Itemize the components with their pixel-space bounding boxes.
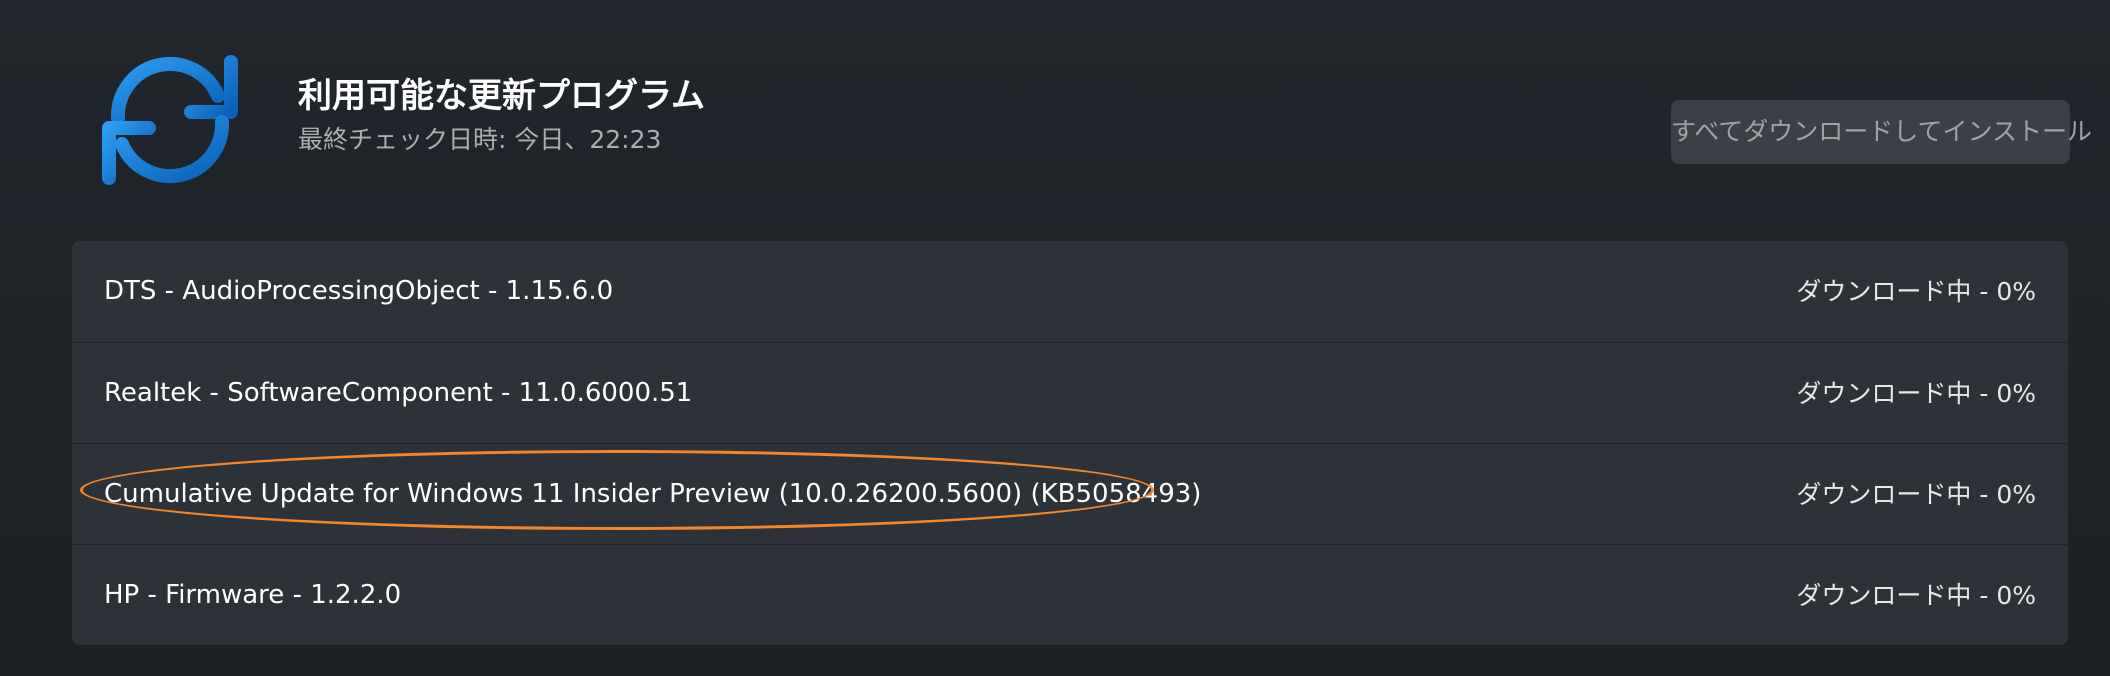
last-checked-text: 最終チェック日時: 今日、22:23 (298, 125, 662, 154)
update-row[interactable]: DTS - AudioProcessingObject - 1.15.6.0 ダ… (72, 241, 2068, 342)
update-row[interactable]: Realtek - SoftwareComponent - 11.0.6000.… (72, 342, 2068, 443)
update-row[interactable]: HP - Firmware - 1.2.2.0 ダウンロード中 - 0% (72, 544, 2068, 645)
update-status: ダウンロード中 - 0% (1796, 379, 2036, 408)
update-row[interactable]: Cumulative Update for Windows 11 Insider… (72, 443, 2068, 544)
update-status: ダウンロード中 - 0% (1796, 277, 2036, 306)
header-text: 利用可能な更新プログラム 最終チェック日時: 今日、22:23 (298, 72, 705, 158)
update-status: ダウンロード中 - 0% (1796, 480, 2036, 509)
page-title: 利用可能な更新プログラム (298, 76, 705, 116)
update-name: DTS - AudioProcessingObject - 1.15.6.0 (104, 276, 614, 306)
download-install-all-button[interactable]: すべてダウンロードしてインストール (1671, 100, 2092, 164)
updates-list: DTS - AudioProcessingObject - 1.15.6.0 ダ… (72, 241, 2068, 645)
windows-update-page: 利用可能な更新プログラム 最終チェック日時: 今日、22:23 すべてダウンロー… (0, 0, 2110, 676)
update-name: Cumulative Update for Windows 11 Insider… (104, 479, 1202, 509)
update-name: HP - Firmware - 1.2.2.0 (104, 580, 402, 610)
refresh-icon (90, 40, 250, 200)
update-name: Realtek - SoftwareComponent - 11.0.6000.… (104, 378, 693, 408)
update-status: ダウンロード中 - 0% (1796, 581, 2036, 610)
